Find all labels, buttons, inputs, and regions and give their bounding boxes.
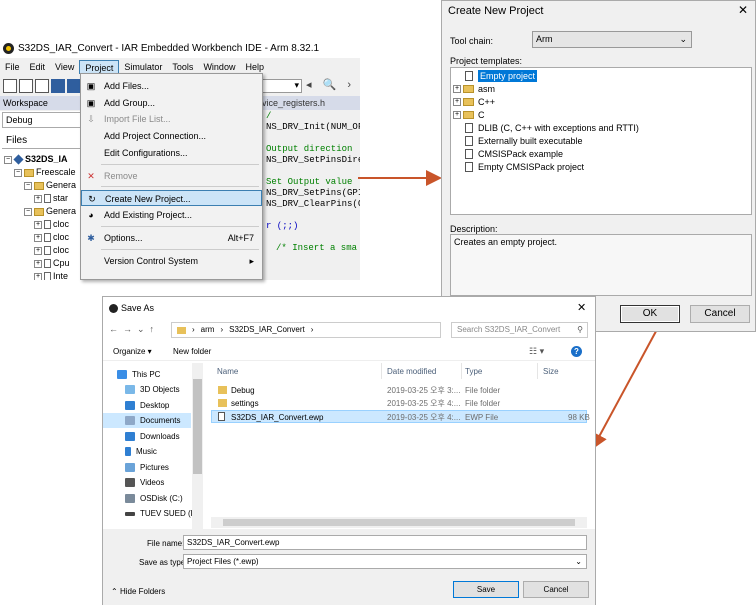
create-new-project-dialog: Create New Project ✕ Tool chain: Arm ⌄ Pr… (441, 0, 756, 332)
templates-label: Project templates: (450, 56, 523, 66)
template-item[interactable]: CMSISPack example (465, 148, 563, 160)
search-icon: ⚲ (577, 325, 583, 334)
chevron-up-icon: ⌃ (111, 587, 120, 596)
template-item[interactable]: Empty project (465, 70, 538, 82)
breadcrumb-item[interactable]: S32DS_IAR_Convert (229, 323, 305, 337)
nav-music[interactable]: Music (125, 444, 157, 459)
nav-osdisk[interactable]: OSDisk (C:) (125, 491, 183, 506)
document-icon (465, 71, 473, 81)
file-row[interactable]: S32DS_IAR_Convert.ewp 2019-03-25 오후 4:..… (211, 410, 590, 423)
nav-pictures[interactable]: Pictures (125, 460, 169, 475)
file-list: Name Date modified Type Size Debug 2019-… (211, 363, 597, 513)
template-item[interactable]: Empty CMSISPack project (465, 161, 584, 173)
dialog-title: Create New Project (448, 5, 544, 17)
save-as-dialog: Save As ✕ ←→⌄↑ › arm › S32DS_IAR_Convert… (102, 296, 596, 605)
music-icon (125, 447, 131, 456)
column-type[interactable]: Type (465, 367, 482, 376)
document-icon (465, 123, 473, 133)
template-item[interactable]: DLIB (C, C++ with exceptions and RTTI) (465, 122, 639, 134)
nav-this-pc[interactable]: This PC (117, 367, 160, 382)
ok-button[interactable]: OK (620, 305, 680, 323)
close-icon[interactable]: ✕ (738, 3, 748, 17)
template-item[interactable]: + asm (453, 83, 495, 95)
dialog-title-bar: Save As (109, 303, 154, 313)
description-box: Creates an empty project. (450, 234, 752, 296)
column-date[interactable]: Date modified (387, 367, 436, 376)
drive-icon (125, 494, 135, 503)
cancel-button[interactable]: Cancel (523, 581, 589, 598)
close-icon[interactable]: ✕ (577, 301, 586, 314)
folder-icon (218, 386, 227, 394)
breadcrumb-item[interactable]: arm (201, 323, 215, 337)
save-type-select[interactable]: Project Files (*.ewp) ⌄ (183, 554, 587, 569)
nav-documents[interactable]: Documents (103, 413, 191, 428)
dialog-title: Save As (121, 303, 155, 313)
cube-icon (125, 385, 135, 394)
nav-desktop[interactable]: Desktop (125, 398, 169, 413)
folder-icon (218, 399, 227, 407)
cmsis-icon (465, 149, 473, 159)
filename-label: File name: (147, 539, 185, 548)
hide-folders-toggle[interactable]: ⌃ Hide Folders (111, 587, 165, 596)
nav-tuev-sued[interactable]: TUEV SUED (D:) (125, 506, 201, 521)
videos-icon (125, 478, 135, 487)
nav-arrows-icon[interactable]: ←→⌄↑ (109, 324, 159, 335)
folder-icon (463, 111, 474, 119)
help-icon[interactable]: ? (571, 346, 582, 357)
drive-icon (125, 511, 135, 516)
column-name[interactable]: Name (217, 367, 238, 376)
horizontal-scroll-thumb[interactable] (223, 519, 575, 526)
computer-icon (117, 370, 127, 379)
nav-3d-objects[interactable]: 3D Objects (125, 382, 180, 397)
pictures-icon (125, 463, 135, 472)
download-icon (125, 432, 135, 441)
document-icon (465, 136, 473, 146)
chevron-down-icon: ⌄ (679, 34, 687, 44)
description-label: Description: (450, 224, 498, 234)
nav-downloads[interactable]: Downloads (125, 429, 180, 444)
nav-scroll-thumb[interactable] (193, 379, 202, 474)
folder-icon (177, 326, 186, 334)
iar-logo-icon (109, 303, 118, 313)
save-panel: File name: S32DS_IAR_Convert.ewp Save as… (103, 529, 595, 605)
desktop-icon (125, 401, 135, 410)
save-type-label: Save as type: (139, 558, 188, 567)
template-item[interactable]: + C (453, 109, 485, 121)
file-icon (218, 412, 225, 421)
folder-icon (463, 85, 474, 93)
search-input[interactable]: Search S32DS_IAR_Convert ⚲ (451, 322, 588, 338)
dialog-toolbar: Organize ▾ New folder ☷ ▾ ? (103, 343, 595, 361)
file-row[interactable]: Debug 2019-03-25 오후 3:... File folder (211, 384, 587, 397)
toolchain-label: Tool chain: (450, 36, 494, 46)
file-row[interactable]: settings 2019-03-25 오후 4:... File folder (211, 397, 587, 410)
documents-icon (125, 416, 135, 425)
cancel-button[interactable]: Cancel (690, 305, 750, 323)
chevron-down-icon: ⌄ (575, 557, 582, 566)
nav-pane: This PC 3D Objects Desktop Documents Dow… (103, 363, 203, 529)
filename-input[interactable]: S32DS_IAR_Convert.ewp (183, 535, 587, 550)
view-options-icon[interactable]: ☷ ▾ (529, 346, 544, 357)
save-button[interactable]: Save (453, 581, 519, 598)
template-item[interactable]: + C++ (453, 96, 495, 108)
toolchain-select[interactable]: Arm ⌄ (532, 31, 692, 48)
new-folder-button[interactable]: New folder (173, 347, 211, 356)
folder-icon (463, 98, 474, 106)
template-item[interactable]: Externally built executable (465, 135, 583, 147)
arrow-to-save-as (592, 321, 662, 450)
column-size[interactable]: Size (543, 367, 559, 376)
organize-button[interactable]: Organize ▾ (113, 347, 152, 356)
address-bar[interactable]: › arm › S32DS_IAR_Convert › (171, 322, 441, 338)
cmsis-icon (465, 162, 473, 172)
templates-list: Empty project + asm + C++ + C DLIB (C, C++ … (450, 67, 752, 215)
nav-videos[interactable]: Videos (125, 475, 164, 490)
